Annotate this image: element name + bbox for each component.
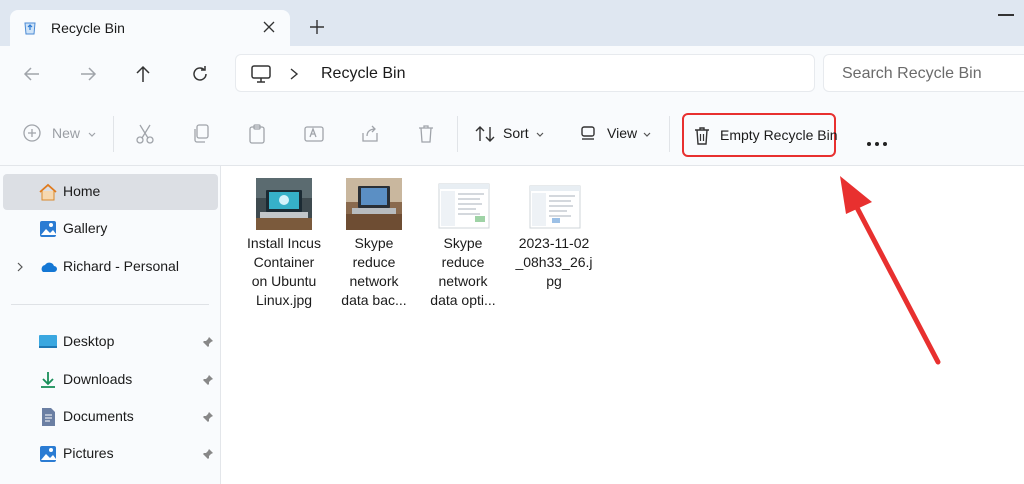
pin-icon[interactable] <box>202 374 214 386</box>
onedrive-icon <box>41 262 57 272</box>
rename-icon[interactable] <box>303 122 325 146</box>
file-name: Skype reduce network data bac... <box>341 235 407 308</box>
search-placeholder: Search Recycle Bin <box>842 65 982 82</box>
empty-recycle-bin-button[interactable]: Empty Recycle Bin <box>682 113 838 157</box>
empty-recycle-bin-label: Empty Recycle Bin <box>720 127 838 143</box>
navigation-bar: Recycle Bin Search Recycle Bin <box>0 46 1024 102</box>
desktop-icon <box>39 335 57 348</box>
new-button[interactable]: New <box>22 122 102 146</box>
sidebar-divider <box>11 304 209 305</box>
cut-icon[interactable] <box>135 122 155 146</box>
up-arrow-icon[interactable] <box>132 63 154 85</box>
add-circle-icon <box>23 124 41 142</box>
minimize-button[interactable] <box>998 14 1014 16</box>
sidebar-item-label: Documents <box>63 408 134 424</box>
sidebar-item-label: Pictures <box>63 445 114 461</box>
address-bar[interactable]: Recycle Bin <box>235 54 815 92</box>
image-thumbnail <box>529 185 581 229</box>
image-thumbnail <box>256 178 312 230</box>
image-thumbnail <box>438 183 490 229</box>
forward-arrow-icon[interactable] <box>77 63 99 85</box>
share-icon[interactable] <box>359 122 381 146</box>
sidebar-item-label: Richard - Personal <box>63 258 179 274</box>
sort-label: Sort <box>503 125 529 141</box>
paste-icon[interactable] <box>247 122 267 146</box>
sort-icon <box>475 126 495 142</box>
recycle-bin-icon <box>24 22 36 35</box>
view-button[interactable]: View <box>579 122 659 146</box>
refresh-icon[interactable] <box>189 63 211 85</box>
sidebar-item-desktop[interactable]: Desktop <box>3 324 218 360</box>
pin-icon[interactable] <box>202 336 214 348</box>
file-name: Skype reduce network data opti... <box>430 235 496 308</box>
pictures-icon <box>40 446 56 462</box>
sidebar-item-label: Home <box>63 183 101 199</box>
navigation-pane: Home Gallery Richard - Personal Desktop <box>0 166 221 484</box>
chevron-down-icon <box>88 132 96 137</box>
sidebar-item-pictures[interactable]: Pictures <box>3 436 218 472</box>
pin-icon[interactable] <box>202 448 214 460</box>
command-bar: New Sort View Empty Recycle Bin <box>0 102 1024 166</box>
this-pc-icon <box>251 65 271 83</box>
file-name: Install Incus Container on Ubuntu Linux.… <box>247 235 321 308</box>
gallery-icon <box>40 221 56 237</box>
view-icon <box>581 126 595 140</box>
back-arrow-icon[interactable] <box>21 63 43 85</box>
chevron-down-icon <box>536 132 544 137</box>
sidebar-item-documents[interactable]: Documents <box>3 399 218 435</box>
copy-icon[interactable] <box>191 122 211 146</box>
view-label: View <box>607 125 638 141</box>
sidebar-item-home[interactable]: Home <box>3 174 218 210</box>
chevron-right-icon[interactable] <box>288 67 300 81</box>
documents-icon <box>42 408 55 426</box>
sidebar-item-label: Gallery <box>63 220 108 236</box>
chevron-down-icon <box>643 132 651 137</box>
sidebar-item-gallery[interactable]: Gallery <box>3 211 218 247</box>
close-tab-icon[interactable] <box>259 17 279 37</box>
search-input[interactable]: Search Recycle Bin <box>823 54 1024 92</box>
annotation-arrow <box>840 176 941 365</box>
new-label: New <box>52 125 81 141</box>
sidebar-item-label: Downloads <box>63 371 133 387</box>
pin-icon[interactable] <box>202 411 214 423</box>
plus-icon[interactable] <box>306 16 328 38</box>
tab-recycle-bin[interactable]: Recycle Bin <box>10 10 290 48</box>
sidebar-item-downloads[interactable]: Downloads <box>3 362 218 398</box>
sort-button[interactable]: Sort <box>474 122 554 146</box>
image-thumbnail <box>346 178 402 230</box>
tab-strip: Recycle Bin <box>0 0 1024 48</box>
sidebar-item-onedrive[interactable]: Richard - Personal <box>3 249 218 285</box>
more-icon[interactable] <box>866 132 888 156</box>
tab-title: Recycle Bin <box>51 20 125 36</box>
chevron-right-icon[interactable] <box>16 261 24 273</box>
home-icon <box>39 183 57 201</box>
delete-icon[interactable] <box>416 122 436 146</box>
sidebar-item-label: Desktop <box>63 333 115 349</box>
trash-icon <box>695 127 709 145</box>
breadcrumb[interactable]: Recycle Bin <box>321 65 405 83</box>
file-name: 2023-11-02 _08h33_26.j pg <box>515 235 593 289</box>
download-icon <box>41 372 55 388</box>
